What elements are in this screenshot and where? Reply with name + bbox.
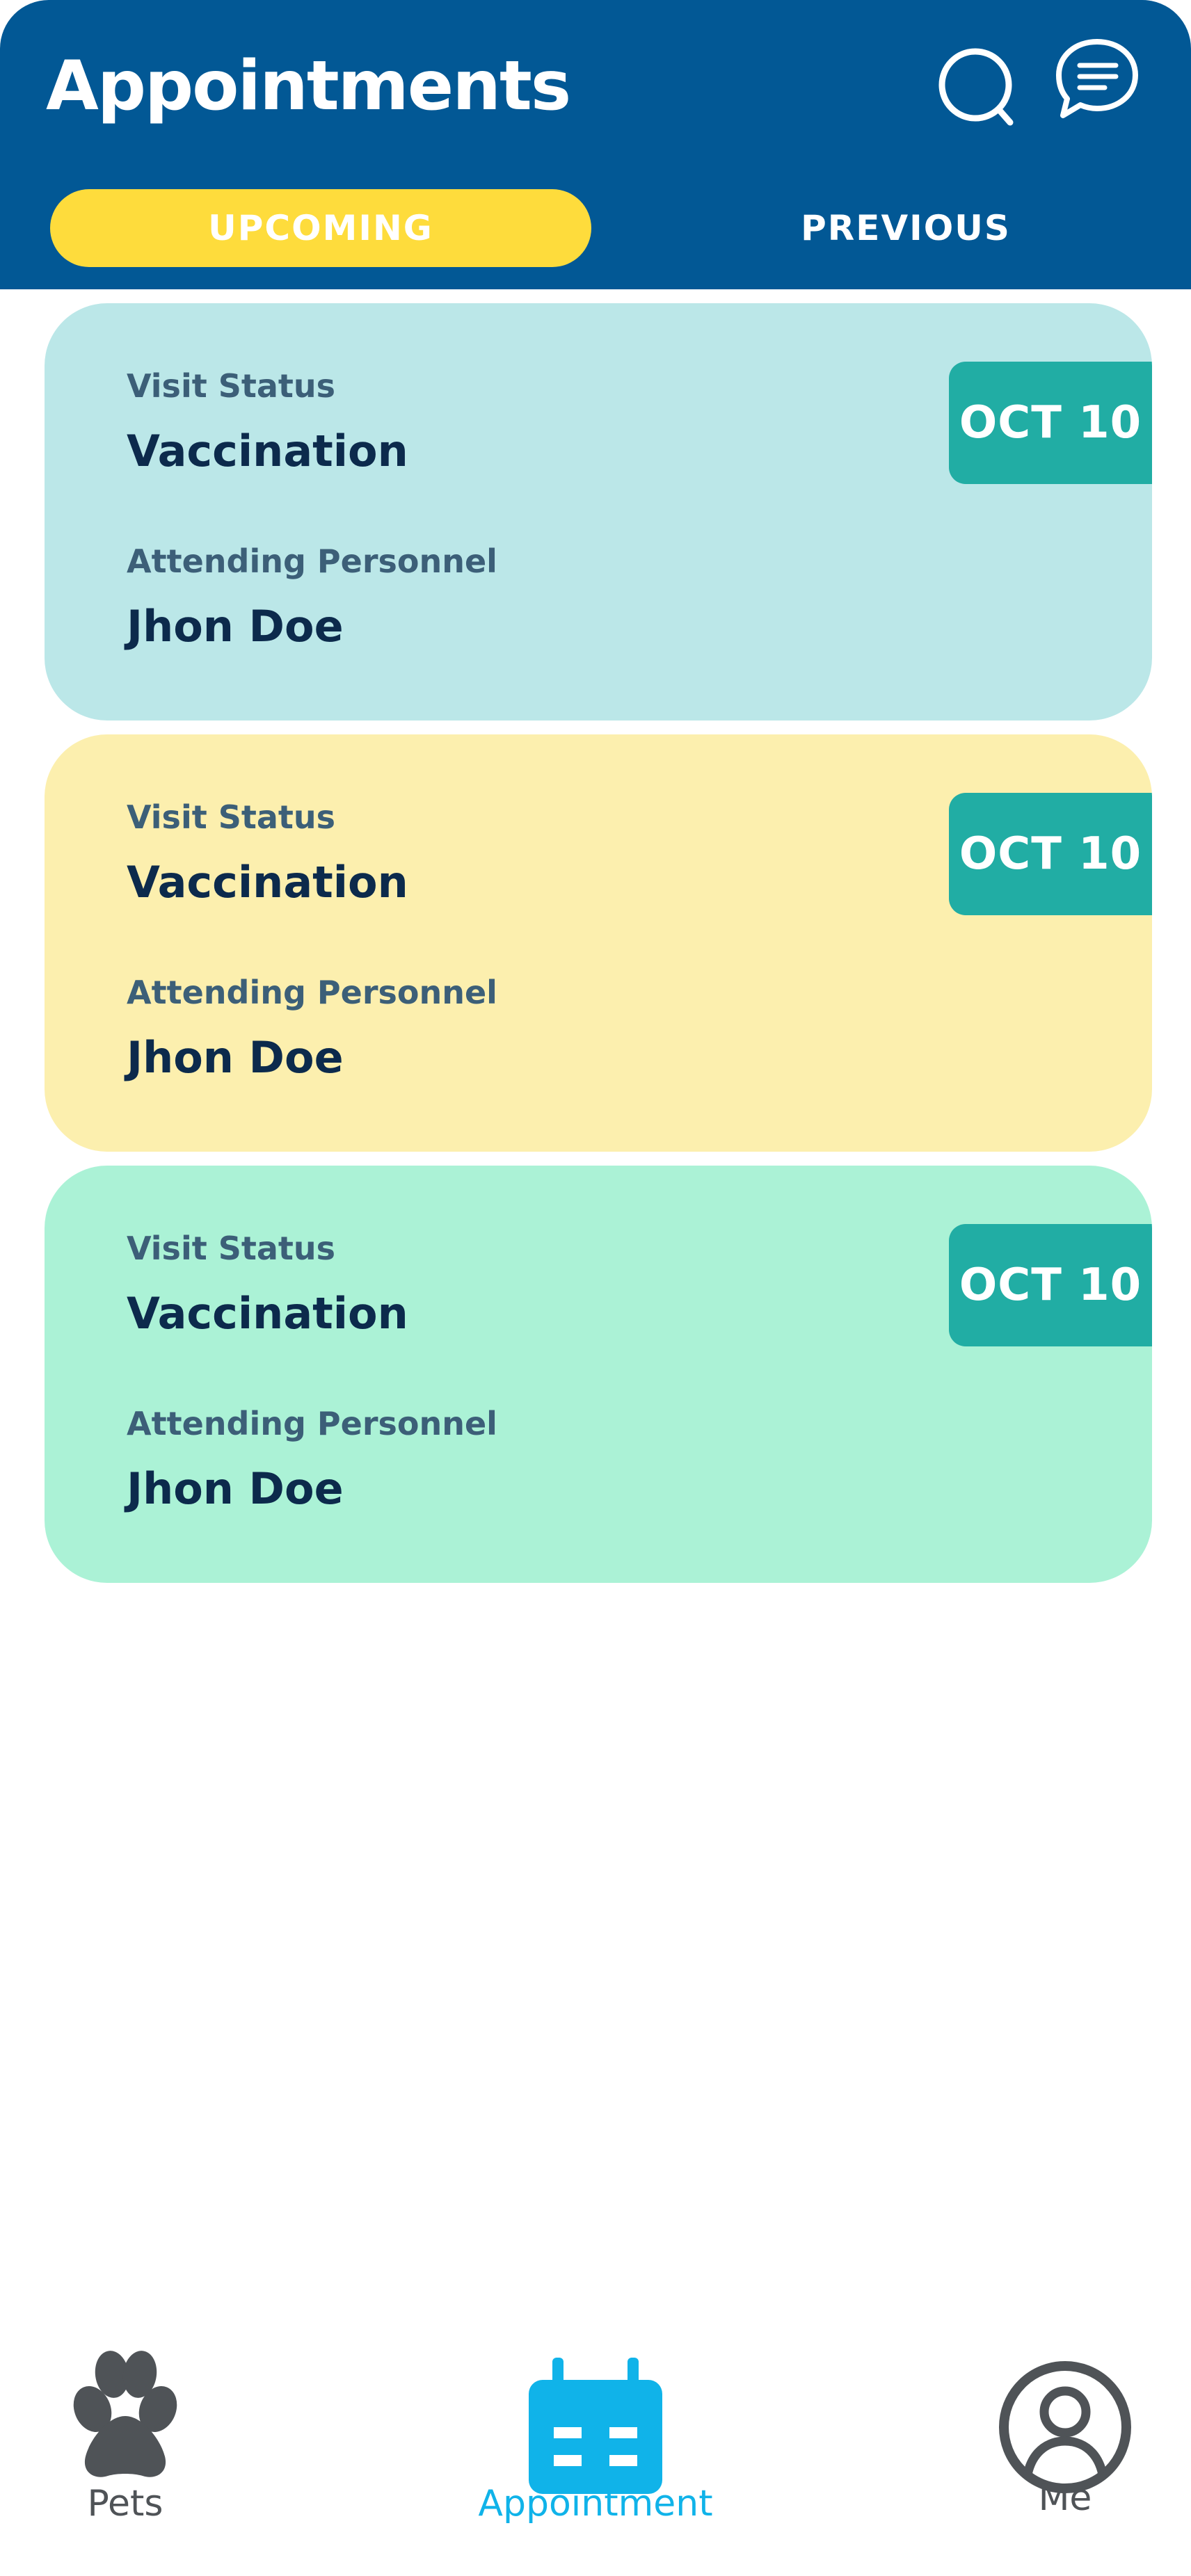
chat-icon: [1056, 39, 1138, 118]
appointment-card[interactable]: Visit Status Vaccination Attending Perso…: [45, 734, 1152, 1152]
page-title: Appointments: [46, 47, 571, 126]
appointment-card[interactable]: Visit Status Vaccination Attending Perso…: [45, 1166, 1152, 1583]
visit-status-value: Vaccination: [127, 857, 408, 908]
nav-appointment-label: Appointment: [478, 2483, 713, 2525]
appointment-tabs: UPCOMING PREVIOUS: [50, 189, 1149, 267]
appointment-card[interactable]: Visit Status Vaccination Attending Perso…: [45, 303, 1152, 721]
date-badge: OCT 10: [949, 793, 1152, 915]
search-button[interactable]: [932, 42, 1023, 132]
calendar-icon: [529, 2358, 662, 2494]
personnel-value: Jhon Doe: [127, 601, 344, 652]
nav-me-label: Me: [1038, 2477, 1092, 2519]
app-header: Appointments UPCOMING PREVIOUS: [0, 0, 1191, 289]
tab-upcoming[interactable]: UPCOMING: [50, 189, 591, 267]
tab-previous[interactable]: PREVIOUS: [662, 189, 1149, 267]
personnel-value: Jhon Doe: [127, 1463, 344, 1514]
search-icon: [938, 48, 1014, 126]
chat-button[interactable]: [1052, 35, 1142, 125]
nav-pets-label: Pets: [87, 2483, 163, 2525]
nav-appointment[interactable]: Appointment: [445, 2344, 746, 2552]
visit-status-label: Visit Status: [127, 798, 335, 836]
visit-status-value: Vaccination: [127, 426, 408, 476]
visit-status-label: Visit Status: [127, 1230, 335, 1267]
personnel-value: Jhon Doe: [127, 1032, 344, 1083]
date-badge: OCT 10: [949, 362, 1152, 484]
personnel-label: Attending Personnel: [127, 542, 497, 580]
visit-status-label: Visit Status: [127, 367, 335, 405]
visit-status-value: Vaccination: [127, 1288, 408, 1339]
personnel-label: Attending Personnel: [127, 1405, 497, 1442]
paw-icon: [73, 2351, 177, 2477]
user-icon: [999, 2361, 1131, 2493]
nav-pets[interactable]: Pets: [28, 2344, 223, 2552]
nav-me[interactable]: Me: [974, 2344, 1156, 2552]
date-badge: OCT 10: [949, 1224, 1152, 1346]
personnel-label: Attending Personnel: [127, 974, 497, 1011]
